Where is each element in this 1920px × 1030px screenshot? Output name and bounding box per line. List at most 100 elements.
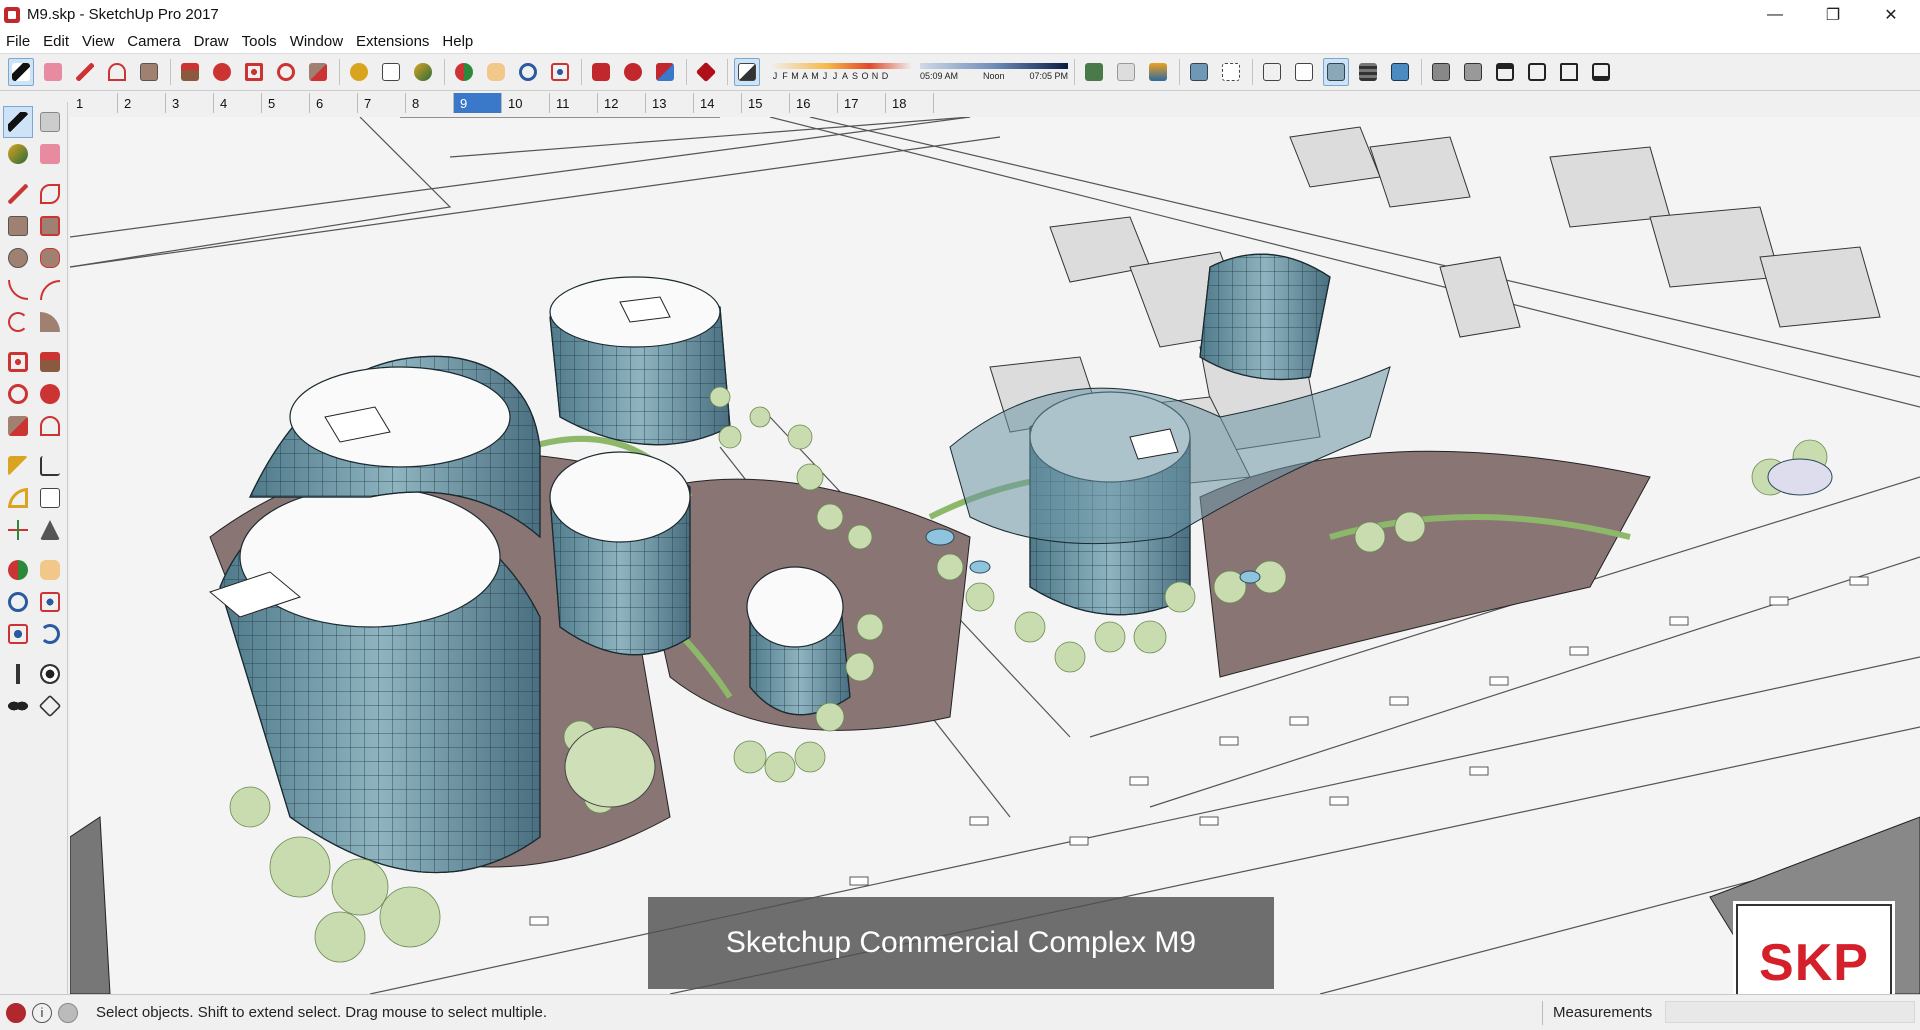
paint-bucket-tool-button[interactable] bbox=[410, 58, 436, 86]
palette-rotate-button[interactable] bbox=[3, 378, 33, 410]
palette-line-button[interactable] bbox=[3, 178, 33, 210]
menu-window[interactable]: Window bbox=[290, 33, 343, 50]
scene-tab-14[interactable]: 14 bbox=[694, 93, 742, 113]
scene-tab-10[interactable]: 10 bbox=[502, 93, 550, 113]
minimize-button[interactable]: — bbox=[1746, 0, 1804, 29]
back-edges-button[interactable] bbox=[1218, 58, 1244, 86]
pan-tool-button[interactable] bbox=[483, 58, 509, 86]
back-view-button[interactable] bbox=[1556, 58, 1582, 86]
palette-paint-bucket-button[interactable] bbox=[3, 138, 33, 170]
arc-tool-button[interactable] bbox=[104, 58, 130, 86]
shadows-toggle-button[interactable] bbox=[734, 58, 760, 86]
move-tool-button[interactable] bbox=[241, 58, 267, 86]
scene-tab-4[interactable]: 4 bbox=[214, 93, 262, 113]
palette-text-button[interactable] bbox=[35, 482, 65, 514]
menu-extensions[interactable]: Extensions bbox=[356, 33, 429, 50]
wireframe-button[interactable] bbox=[1259, 58, 1285, 86]
menu-edit[interactable]: Edit bbox=[43, 33, 69, 50]
palette-arc-button[interactable] bbox=[3, 274, 33, 306]
scene-tab-9[interactable]: 9 bbox=[454, 93, 502, 113]
palette-select-button[interactable] bbox=[3, 106, 33, 138]
maximize-button[interactable]: ❐ bbox=[1804, 0, 1862, 29]
pencil-tool-button[interactable] bbox=[72, 58, 98, 86]
scene-tab-3[interactable]: 3 bbox=[166, 93, 214, 113]
palette-push-pull-button[interactable] bbox=[35, 346, 65, 378]
palette-section-plane-button[interactable] bbox=[35, 690, 65, 722]
palette-offset-button[interactable] bbox=[35, 410, 65, 442]
menu-help[interactable]: Help bbox=[442, 33, 473, 50]
palette-circle-button[interactable] bbox=[3, 242, 33, 274]
palette-scale-button[interactable] bbox=[3, 410, 33, 442]
layout-button[interactable] bbox=[652, 58, 678, 86]
palette-rectangle-button[interactable] bbox=[3, 210, 33, 242]
scene-tab-6[interactable]: 6 bbox=[310, 93, 358, 113]
geo-location-icon[interactable] bbox=[6, 1002, 26, 1023]
palette-look-around-button[interactable] bbox=[35, 658, 65, 690]
close-button[interactable]: ✕ bbox=[1862, 0, 1920, 29]
iso-view-button[interactable] bbox=[1428, 58, 1454, 86]
zoom-extents-tool-button[interactable] bbox=[547, 58, 573, 86]
shadow-month-slider[interactable]: J F M A M J J A S O N D bbox=[770, 63, 912, 81]
warehouse-button[interactable] bbox=[588, 58, 614, 86]
eraser-tool-button[interactable] bbox=[40, 58, 66, 86]
scene-tab-17[interactable]: 17 bbox=[838, 93, 886, 113]
scene-tab-18[interactable]: 18 bbox=[886, 93, 934, 113]
palette-zoom-extents-button[interactable] bbox=[3, 618, 33, 650]
text-tool-button[interactable] bbox=[378, 58, 404, 86]
scene-tab-16[interactable]: 16 bbox=[790, 93, 838, 113]
palette-zoom-button[interactable] bbox=[3, 586, 33, 618]
left-view-button[interactable] bbox=[1588, 58, 1614, 86]
zoom-tool-button[interactable] bbox=[515, 58, 541, 86]
palette-axes-button[interactable] bbox=[3, 514, 33, 546]
user-account-icon[interactable] bbox=[58, 1002, 78, 1023]
palette-tape-measure-button[interactable] bbox=[3, 450, 33, 482]
scene-tab-5[interactable]: 5 bbox=[262, 93, 310, 113]
menu-file[interactable]: File bbox=[6, 33, 30, 50]
push-pull-tool-button[interactable] bbox=[177, 58, 203, 86]
palette-3d-text-button[interactable] bbox=[35, 514, 65, 546]
layers-button[interactable] bbox=[1145, 58, 1171, 86]
scene-tab-13[interactable]: 13 bbox=[646, 93, 694, 113]
rotate-tool-button[interactable] bbox=[273, 58, 299, 86]
palette-freehand-button[interactable] bbox=[35, 178, 65, 210]
palette-position-camera-button[interactable] bbox=[3, 658, 33, 690]
hidden-line-button[interactable] bbox=[1291, 58, 1317, 86]
location-button[interactable] bbox=[1081, 58, 1107, 86]
palette-eraser-button[interactable] bbox=[35, 138, 65, 170]
top-view-button[interactable] bbox=[1460, 58, 1486, 86]
palette-previous-view-button[interactable] bbox=[35, 618, 65, 650]
scene-tab-12[interactable]: 12 bbox=[598, 93, 646, 113]
textured-button[interactable] bbox=[1355, 58, 1381, 86]
scene-tab-15[interactable]: 15 bbox=[742, 93, 790, 113]
front-view-button[interactable] bbox=[1492, 58, 1518, 86]
shaded-button[interactable] bbox=[1323, 58, 1349, 86]
extension-warehouse-button[interactable] bbox=[620, 58, 646, 86]
scene-tab-8[interactable]: 8 bbox=[406, 93, 454, 113]
ruby-console-button[interactable] bbox=[693, 58, 719, 86]
menu-camera[interactable]: Camera bbox=[127, 33, 180, 50]
xray-button[interactable] bbox=[1186, 58, 1212, 86]
styles-button[interactable] bbox=[1113, 58, 1139, 86]
credits-info-icon[interactable]: i bbox=[32, 1002, 52, 1023]
palette-walk-button[interactable] bbox=[3, 690, 33, 722]
palette-protractor-button[interactable] bbox=[3, 482, 33, 514]
palette-move-button[interactable] bbox=[3, 346, 33, 378]
shadow-time-slider[interactable]: 05:09 AM Noon 07:05 PM bbox=[920, 63, 1068, 81]
palette-rotated-rectangle-button[interactable] bbox=[35, 210, 65, 242]
tape-measure-tool-button[interactable] bbox=[346, 58, 372, 86]
monochrome-button[interactable] bbox=[1387, 58, 1413, 86]
palette-orbit-button[interactable] bbox=[3, 554, 33, 586]
palette-dimension-button[interactable] bbox=[35, 450, 65, 482]
palette-polygon-button[interactable] bbox=[35, 242, 65, 274]
measurements-input[interactable] bbox=[1665, 1001, 1915, 1023]
right-view-button[interactable] bbox=[1524, 58, 1550, 86]
palette-follow-me-button[interactable] bbox=[35, 378, 65, 410]
menu-view[interactable]: View bbox=[82, 33, 114, 50]
follow-me-tool-button[interactable] bbox=[209, 58, 235, 86]
orbit-tool-button[interactable] bbox=[451, 58, 477, 86]
palette-make-component-button[interactable] bbox=[35, 106, 65, 138]
palette-zoom-window-button[interactable] bbox=[35, 586, 65, 618]
scene-tab-2[interactable]: 2 bbox=[118, 93, 166, 113]
rectangle-tool-button[interactable] bbox=[136, 58, 162, 86]
palette-pie-button[interactable] bbox=[35, 306, 65, 338]
